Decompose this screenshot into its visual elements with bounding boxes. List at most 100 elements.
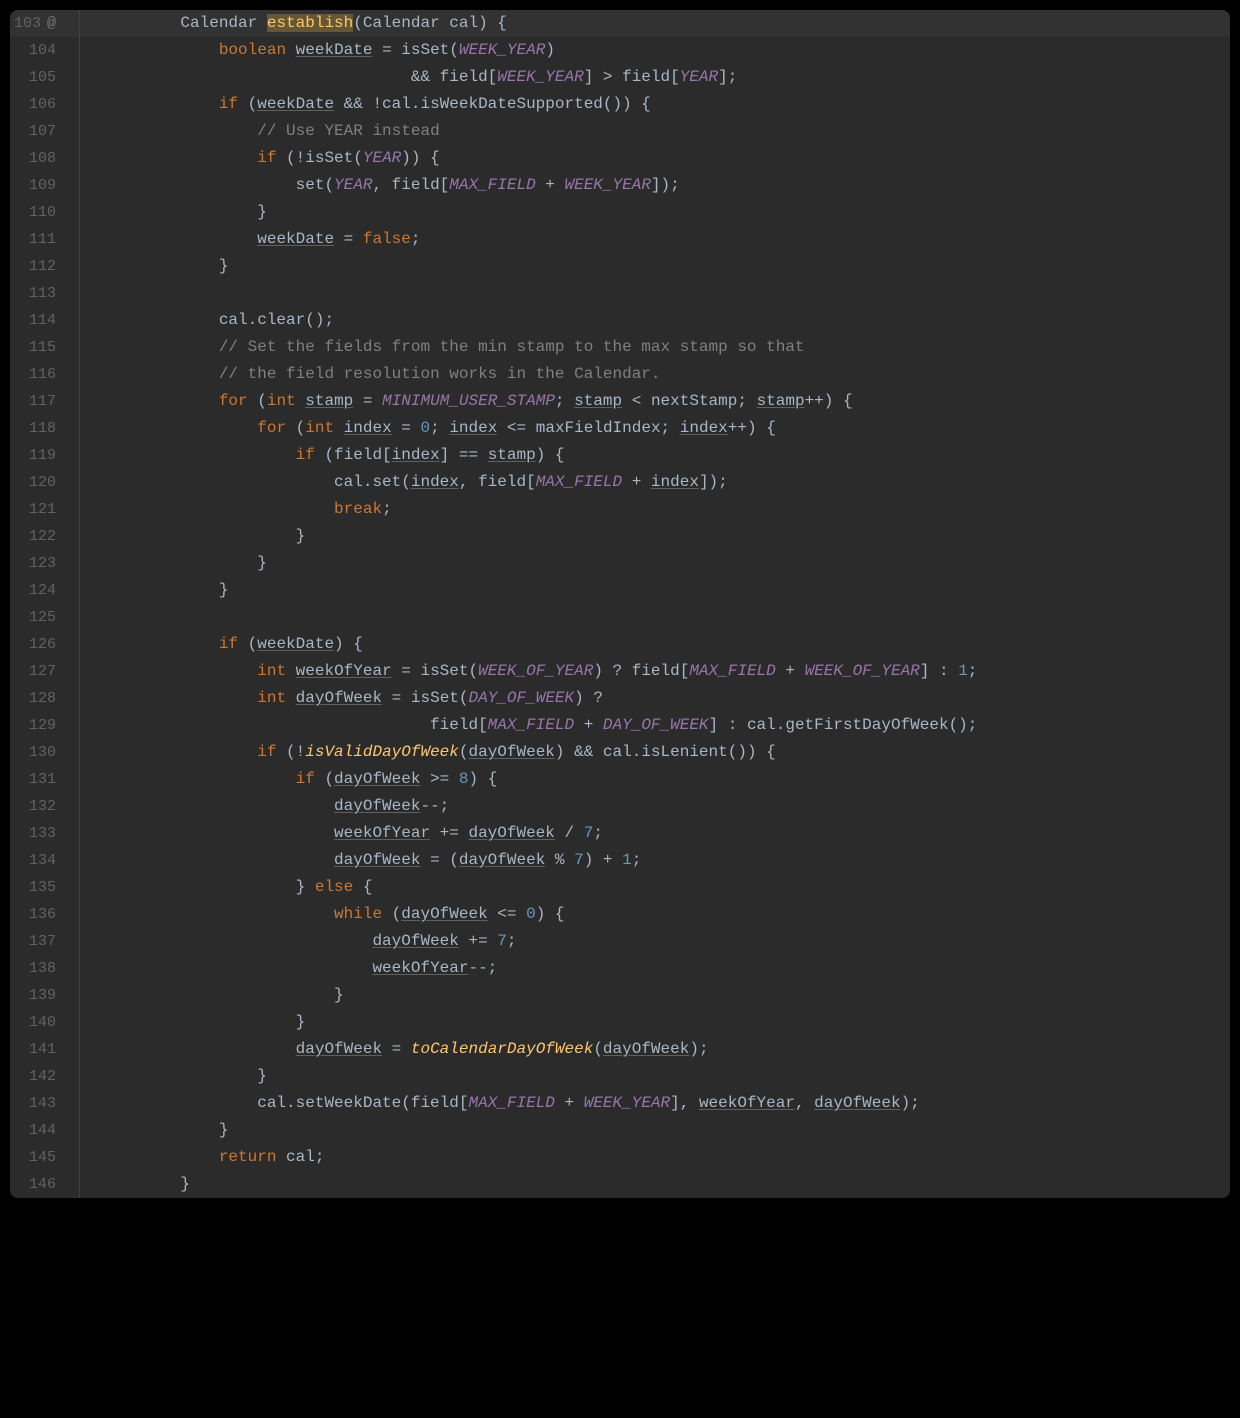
code-content[interactable]: // Use YEAR instead bbox=[94, 118, 1230, 145]
fold-gutter[interactable] bbox=[66, 1090, 94, 1117]
code-line[interactable]: 145 return cal; bbox=[10, 1144, 1230, 1171]
code-content[interactable]: } bbox=[94, 550, 1230, 577]
code-line[interactable]: 106 if (weekDate && !cal.isWeekDateSuppo… bbox=[10, 91, 1230, 118]
code-line[interactable]: 121 break; bbox=[10, 496, 1230, 523]
fold-gutter[interactable] bbox=[66, 955, 94, 982]
code-line[interactable]: 103@ Calendar establish(Calendar cal) { bbox=[10, 10, 1230, 37]
fold-gutter[interactable] bbox=[66, 604, 94, 631]
code-content[interactable]: } bbox=[94, 1117, 1230, 1144]
code-content[interactable]: // the field resolution works in the Cal… bbox=[94, 361, 1230, 388]
code-editor[interactable]: 103@ Calendar establish(Calendar cal) {1… bbox=[10, 10, 1230, 1198]
fold-gutter[interactable] bbox=[66, 469, 94, 496]
code-line[interactable]: 144 } bbox=[10, 1117, 1230, 1144]
code-content[interactable]: if (dayOfWeek >= 8) { bbox=[94, 766, 1230, 793]
code-line[interactable]: 113 bbox=[10, 280, 1230, 307]
fold-gutter[interactable] bbox=[66, 577, 94, 604]
fold-gutter[interactable] bbox=[66, 172, 94, 199]
fold-gutter[interactable] bbox=[66, 793, 94, 820]
fold-gutter[interactable] bbox=[66, 64, 94, 91]
code-content[interactable]: int weekOfYear = isSet(WEEK_OF_YEAR) ? f… bbox=[94, 658, 1230, 685]
fold-gutter[interactable] bbox=[66, 442, 94, 469]
code-line[interactable]: 130 if (!isValidDayOfWeek(dayOfWeek) && … bbox=[10, 739, 1230, 766]
fold-gutter[interactable] bbox=[66, 280, 94, 307]
fold-gutter[interactable] bbox=[66, 766, 94, 793]
code-line[interactable]: 122 } bbox=[10, 523, 1230, 550]
code-content[interactable]: int dayOfWeek = isSet(DAY_OF_WEEK) ? bbox=[94, 685, 1230, 712]
code-line[interactable]: 112 } bbox=[10, 253, 1230, 280]
fold-gutter[interactable] bbox=[66, 550, 94, 577]
code-line[interactable]: 125 bbox=[10, 604, 1230, 631]
code-content[interactable]: dayOfWeek = toCalendarDayOfWeek(dayOfWee… bbox=[94, 1036, 1230, 1063]
fold-gutter[interactable] bbox=[66, 1063, 94, 1090]
code-content[interactable] bbox=[94, 280, 1230, 307]
code-line[interactable]: 104 boolean weekDate = isSet(WEEK_YEAR) bbox=[10, 37, 1230, 64]
code-content[interactable]: } bbox=[94, 1171, 1230, 1198]
code-line[interactable]: 117 for (int stamp = MINIMUM_USER_STAMP;… bbox=[10, 388, 1230, 415]
fold-gutter[interactable] bbox=[66, 523, 94, 550]
fold-gutter[interactable] bbox=[66, 118, 94, 145]
fold-gutter[interactable] bbox=[66, 631, 94, 658]
code-line[interactable]: 128 int dayOfWeek = isSet(DAY_OF_WEEK) ? bbox=[10, 685, 1230, 712]
code-line[interactable]: 107 // Use YEAR instead bbox=[10, 118, 1230, 145]
code-line[interactable]: 146 } bbox=[10, 1171, 1230, 1198]
code-line[interactable]: 138 weekOfYear--; bbox=[10, 955, 1230, 982]
code-content[interactable]: && field[WEEK_YEAR] > field[YEAR]; bbox=[94, 64, 1230, 91]
code-content[interactable]: Calendar establish(Calendar cal) { bbox=[94, 10, 1230, 37]
fold-gutter[interactable] bbox=[66, 1144, 94, 1171]
fold-gutter[interactable] bbox=[66, 658, 94, 685]
code-content[interactable]: } bbox=[94, 1063, 1230, 1090]
fold-gutter[interactable] bbox=[66, 226, 94, 253]
fold-gutter[interactable] bbox=[66, 1171, 94, 1198]
code-content[interactable]: } bbox=[94, 577, 1230, 604]
code-content[interactable]: set(YEAR, field[MAX_FIELD + WEEK_YEAR]); bbox=[94, 172, 1230, 199]
code-line[interactable]: 143 cal.setWeekDate(field[MAX_FIELD + WE… bbox=[10, 1090, 1230, 1117]
fold-gutter[interactable] bbox=[66, 415, 94, 442]
fold-gutter[interactable] bbox=[66, 388, 94, 415]
code-content[interactable]: if (weekDate) { bbox=[94, 631, 1230, 658]
fold-gutter[interactable] bbox=[66, 253, 94, 280]
code-line[interactable]: 118 for (int index = 0; index <= maxFiel… bbox=[10, 415, 1230, 442]
code-line[interactable]: 134 dayOfWeek = (dayOfWeek % 7) + 1; bbox=[10, 847, 1230, 874]
code-line[interactable]: 140 } bbox=[10, 1009, 1230, 1036]
code-content[interactable]: } bbox=[94, 523, 1230, 550]
code-content[interactable]: } bbox=[94, 1009, 1230, 1036]
fold-gutter[interactable] bbox=[66, 1009, 94, 1036]
fold-gutter[interactable] bbox=[66, 307, 94, 334]
code-line[interactable]: 124 } bbox=[10, 577, 1230, 604]
fold-gutter[interactable] bbox=[66, 928, 94, 955]
code-line[interactable]: 131 if (dayOfWeek >= 8) { bbox=[10, 766, 1230, 793]
code-content[interactable]: break; bbox=[94, 496, 1230, 523]
code-line[interactable]: 114 cal.clear(); bbox=[10, 307, 1230, 334]
code-line[interactable]: 141 dayOfWeek = toCalendarDayOfWeek(dayO… bbox=[10, 1036, 1230, 1063]
code-line[interactable]: 136 while (dayOfWeek <= 0) { bbox=[10, 901, 1230, 928]
fold-gutter[interactable] bbox=[66, 361, 94, 388]
code-content[interactable]: boolean weekDate = isSet(WEEK_YEAR) bbox=[94, 37, 1230, 64]
code-line[interactable]: 129 field[MAX_FIELD + DAY_OF_WEEK] : cal… bbox=[10, 712, 1230, 739]
fold-gutter[interactable] bbox=[66, 847, 94, 874]
fold-gutter[interactable] bbox=[66, 334, 94, 361]
fold-gutter[interactable] bbox=[66, 10, 94, 37]
code-content[interactable]: return cal; bbox=[94, 1144, 1230, 1171]
code-content[interactable]: if (weekDate && !cal.isWeekDateSupported… bbox=[94, 91, 1230, 118]
code-content[interactable]: cal.set(index, field[MAX_FIELD + index])… bbox=[94, 469, 1230, 496]
code-content[interactable] bbox=[94, 604, 1230, 631]
code-line[interactable]: 119 if (field[index] == stamp) { bbox=[10, 442, 1230, 469]
code-content[interactable]: // Set the fields from the min stamp to … bbox=[94, 334, 1230, 361]
fold-gutter[interactable] bbox=[66, 1117, 94, 1144]
code-line[interactable]: 132 dayOfWeek--; bbox=[10, 793, 1230, 820]
code-content[interactable]: while (dayOfWeek <= 0) { bbox=[94, 901, 1230, 928]
code-content[interactable]: } bbox=[94, 982, 1230, 1009]
fold-gutter[interactable] bbox=[66, 1036, 94, 1063]
code-line[interactable]: 142 } bbox=[10, 1063, 1230, 1090]
fold-gutter[interactable] bbox=[66, 91, 94, 118]
code-line[interactable]: 115 // Set the fields from the min stamp… bbox=[10, 334, 1230, 361]
code-content[interactable]: dayOfWeek = (dayOfWeek % 7) + 1; bbox=[94, 847, 1230, 874]
code-line[interactable]: 137 dayOfWeek += 7; bbox=[10, 928, 1230, 955]
code-line[interactable]: 116 // the field resolution works in the… bbox=[10, 361, 1230, 388]
code-content[interactable]: for (int stamp = MINIMUM_USER_STAMP; sta… bbox=[94, 388, 1230, 415]
code-line[interactable]: 126 if (weekDate) { bbox=[10, 631, 1230, 658]
code-content[interactable]: weekOfYear += dayOfWeek / 7; bbox=[94, 820, 1230, 847]
code-content[interactable]: if (!isSet(YEAR)) { bbox=[94, 145, 1230, 172]
fold-gutter[interactable] bbox=[66, 901, 94, 928]
code-line[interactable]: 109 set(YEAR, field[MAX_FIELD + WEEK_YEA… bbox=[10, 172, 1230, 199]
